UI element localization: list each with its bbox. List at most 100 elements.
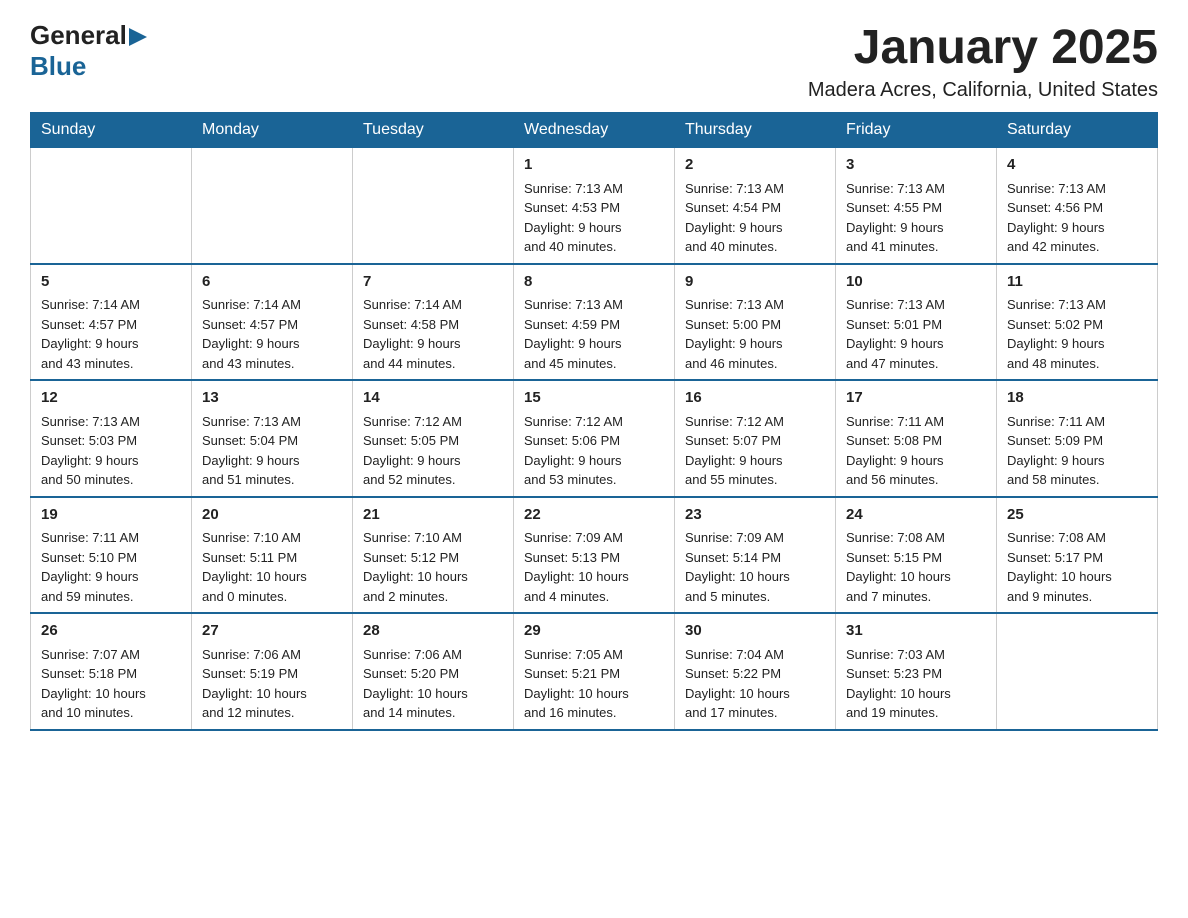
weekday-header: Thursday — [675, 113, 836, 148]
logo-blue-text: Blue — [30, 51, 86, 81]
calendar-cell: 22Sunrise: 7:09 AM Sunset: 5:13 PM Dayli… — [514, 497, 675, 614]
day-info: Sunrise: 7:13 AM Sunset: 4:54 PM Dayligh… — [685, 179, 825, 257]
calendar-week-row: 12Sunrise: 7:13 AM Sunset: 5:03 PM Dayli… — [31, 380, 1158, 497]
calendar-cell: 21Sunrise: 7:10 AM Sunset: 5:12 PM Dayli… — [353, 497, 514, 614]
day-info: Sunrise: 7:13 AM Sunset: 5:02 PM Dayligh… — [1007, 295, 1147, 373]
day-info: Sunrise: 7:12 AM Sunset: 5:06 PM Dayligh… — [524, 412, 664, 490]
day-number: 3 — [846, 154, 986, 177]
day-info: Sunrise: 7:08 AM Sunset: 5:17 PM Dayligh… — [1007, 528, 1147, 606]
title-area: January 2025 Madera Acres, California, U… — [808, 20, 1158, 102]
calendar-cell: 23Sunrise: 7:09 AM Sunset: 5:14 PM Dayli… — [675, 497, 836, 614]
day-info: Sunrise: 7:11 AM Sunset: 5:08 PM Dayligh… — [846, 412, 986, 490]
weekday-header: Monday — [192, 113, 353, 148]
day-info: Sunrise: 7:13 AM Sunset: 5:03 PM Dayligh… — [41, 412, 181, 490]
calendar-cell: 16Sunrise: 7:12 AM Sunset: 5:07 PM Dayli… — [675, 380, 836, 497]
day-info: Sunrise: 7:13 AM Sunset: 4:53 PM Dayligh… — [524, 179, 664, 257]
day-number: 2 — [685, 154, 825, 177]
calendar-cell: 14Sunrise: 7:12 AM Sunset: 5:05 PM Dayli… — [353, 380, 514, 497]
calendar-cell: 13Sunrise: 7:13 AM Sunset: 5:04 PM Dayli… — [192, 380, 353, 497]
day-info: Sunrise: 7:09 AM Sunset: 5:14 PM Dayligh… — [685, 528, 825, 606]
logo-arrow-icon — [129, 26, 147, 48]
day-number: 20 — [202, 504, 342, 527]
day-number: 14 — [363, 387, 503, 410]
day-number: 1 — [524, 154, 664, 177]
calendar-cell: 27Sunrise: 7:06 AM Sunset: 5:19 PM Dayli… — [192, 613, 353, 730]
calendar-cell: 28Sunrise: 7:06 AM Sunset: 5:20 PM Dayli… — [353, 613, 514, 730]
day-number: 28 — [363, 620, 503, 643]
day-info: Sunrise: 7:13 AM Sunset: 5:04 PM Dayligh… — [202, 412, 342, 490]
calendar-cell: 5Sunrise: 7:14 AM Sunset: 4:57 PM Daylig… — [31, 264, 192, 381]
calendar-cell: 11Sunrise: 7:13 AM Sunset: 5:02 PM Dayli… — [997, 264, 1158, 381]
calendar-cell: 2Sunrise: 7:13 AM Sunset: 4:54 PM Daylig… — [675, 148, 836, 264]
day-info: Sunrise: 7:12 AM Sunset: 5:05 PM Dayligh… — [363, 412, 503, 490]
calendar-cell: 17Sunrise: 7:11 AM Sunset: 5:08 PM Dayli… — [836, 380, 997, 497]
calendar-cell — [353, 148, 514, 264]
day-number: 11 — [1007, 271, 1147, 294]
day-number: 25 — [1007, 504, 1147, 527]
day-number: 17 — [846, 387, 986, 410]
weekday-header: Tuesday — [353, 113, 514, 148]
subtitle: Madera Acres, California, United States — [808, 79, 1158, 102]
day-number: 8 — [524, 271, 664, 294]
weekday-header: Saturday — [997, 113, 1158, 148]
main-title: January 2025 — [808, 20, 1158, 75]
day-number: 6 — [202, 271, 342, 294]
day-number: 12 — [41, 387, 181, 410]
day-info: Sunrise: 7:13 AM Sunset: 5:00 PM Dayligh… — [685, 295, 825, 373]
day-info: Sunrise: 7:13 AM Sunset: 4:59 PM Dayligh… — [524, 295, 664, 373]
day-number: 31 — [846, 620, 986, 643]
calendar-week-row: 19Sunrise: 7:11 AM Sunset: 5:10 PM Dayli… — [31, 497, 1158, 614]
calendar-cell — [31, 148, 192, 264]
day-number: 18 — [1007, 387, 1147, 410]
day-info: Sunrise: 7:11 AM Sunset: 5:09 PM Dayligh… — [1007, 412, 1147, 490]
calendar-cell: 18Sunrise: 7:11 AM Sunset: 5:09 PM Dayli… — [997, 380, 1158, 497]
calendar-cell: 24Sunrise: 7:08 AM Sunset: 5:15 PM Dayli… — [836, 497, 997, 614]
calendar-cell: 4Sunrise: 7:13 AM Sunset: 4:56 PM Daylig… — [997, 148, 1158, 264]
calendar-cell: 31Sunrise: 7:03 AM Sunset: 5:23 PM Dayli… — [836, 613, 997, 730]
calendar-cell: 6Sunrise: 7:14 AM Sunset: 4:57 PM Daylig… — [192, 264, 353, 381]
calendar-cell: 7Sunrise: 7:14 AM Sunset: 4:58 PM Daylig… — [353, 264, 514, 381]
calendar-cell: 29Sunrise: 7:05 AM Sunset: 5:21 PM Dayli… — [514, 613, 675, 730]
day-info: Sunrise: 7:13 AM Sunset: 5:01 PM Dayligh… — [846, 295, 986, 373]
logo-general-text: General — [30, 20, 127, 51]
weekday-header: Friday — [836, 113, 997, 148]
calendar-cell: 10Sunrise: 7:13 AM Sunset: 5:01 PM Dayli… — [836, 264, 997, 381]
day-number: 22 — [524, 504, 664, 527]
day-info: Sunrise: 7:06 AM Sunset: 5:20 PM Dayligh… — [363, 645, 503, 723]
day-number: 16 — [685, 387, 825, 410]
weekday-header: Sunday — [31, 113, 192, 148]
calendar-cell: 30Sunrise: 7:04 AM Sunset: 5:22 PM Dayli… — [675, 613, 836, 730]
day-info: Sunrise: 7:07 AM Sunset: 5:18 PM Dayligh… — [41, 645, 181, 723]
day-info: Sunrise: 7:12 AM Sunset: 5:07 PM Dayligh… — [685, 412, 825, 490]
day-number: 21 — [363, 504, 503, 527]
weekday-header: Wednesday — [514, 113, 675, 148]
day-number: 9 — [685, 271, 825, 294]
day-info: Sunrise: 7:14 AM Sunset: 4:57 PM Dayligh… — [202, 295, 342, 373]
day-number: 15 — [524, 387, 664, 410]
day-info: Sunrise: 7:10 AM Sunset: 5:11 PM Dayligh… — [202, 528, 342, 606]
calendar-table: SundayMondayTuesdayWednesdayThursdayFrid… — [30, 112, 1158, 731]
calendar-cell: 1Sunrise: 7:13 AM Sunset: 4:53 PM Daylig… — [514, 148, 675, 264]
day-info: Sunrise: 7:13 AM Sunset: 4:56 PM Dayligh… — [1007, 179, 1147, 257]
day-info: Sunrise: 7:05 AM Sunset: 5:21 PM Dayligh… — [524, 645, 664, 723]
day-info: Sunrise: 7:03 AM Sunset: 5:23 PM Dayligh… — [846, 645, 986, 723]
calendar-cell: 3Sunrise: 7:13 AM Sunset: 4:55 PM Daylig… — [836, 148, 997, 264]
calendar-cell: 8Sunrise: 7:13 AM Sunset: 4:59 PM Daylig… — [514, 264, 675, 381]
calendar-week-row: 26Sunrise: 7:07 AM Sunset: 5:18 PM Dayli… — [31, 613, 1158, 730]
calendar-cell: 12Sunrise: 7:13 AM Sunset: 5:03 PM Dayli… — [31, 380, 192, 497]
calendar-cell: 20Sunrise: 7:10 AM Sunset: 5:11 PM Dayli… — [192, 497, 353, 614]
day-number: 4 — [1007, 154, 1147, 177]
calendar-body: 1Sunrise: 7:13 AM Sunset: 4:53 PM Daylig… — [31, 148, 1158, 730]
day-number: 23 — [685, 504, 825, 527]
calendar-cell: 25Sunrise: 7:08 AM Sunset: 5:17 PM Dayli… — [997, 497, 1158, 614]
day-info: Sunrise: 7:08 AM Sunset: 5:15 PM Dayligh… — [846, 528, 986, 606]
day-number: 10 — [846, 271, 986, 294]
day-info: Sunrise: 7:06 AM Sunset: 5:19 PM Dayligh… — [202, 645, 342, 723]
calendar-week-row: 5Sunrise: 7:14 AM Sunset: 4:57 PM Daylig… — [31, 264, 1158, 381]
calendar-cell: 26Sunrise: 7:07 AM Sunset: 5:18 PM Dayli… — [31, 613, 192, 730]
day-number: 27 — [202, 620, 342, 643]
calendar-cell: 15Sunrise: 7:12 AM Sunset: 5:06 PM Dayli… — [514, 380, 675, 497]
day-info: Sunrise: 7:10 AM Sunset: 5:12 PM Dayligh… — [363, 528, 503, 606]
day-info: Sunrise: 7:04 AM Sunset: 5:22 PM Dayligh… — [685, 645, 825, 723]
calendar-cell: 19Sunrise: 7:11 AM Sunset: 5:10 PM Dayli… — [31, 497, 192, 614]
